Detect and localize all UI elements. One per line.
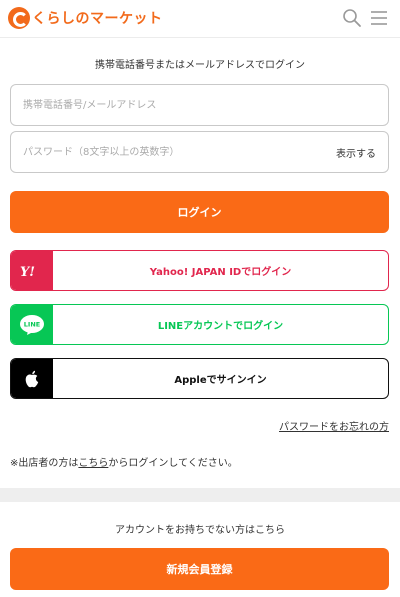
store-login-note: ※出店者の方はこちらからログインしてください。 [10,454,238,469]
password-input[interactable] [11,132,388,172]
apple-icon [25,370,39,387]
show-password-toggle[interactable]: 表示する [336,145,376,160]
signup-lead-text: アカウントをお持ちでない方はこちら [115,525,285,536]
store-login-link[interactable]: こちら [78,458,108,469]
search-icon[interactable] [342,8,362,28]
svg-text:LINE: LINE [24,320,40,328]
apple-signin-label: Appleでサインイン [174,375,267,386]
login-button[interactable]: ログイン [10,191,389,233]
section-divider [0,488,400,502]
login-lead-text: 携帯電話番号またはメールアドレスでログイン [95,60,305,71]
logo-text: くらしのマーケット [32,11,163,27]
line-login-button[interactable]: LINE LINEアカウントでログイン [10,304,389,345]
yahoo-badge: Y! [11,251,53,290]
line-icon: LINE [20,314,44,335]
logo-mark-icon [8,7,30,29]
password-field[interactable]: 表示する [10,131,389,173]
store-note-suffix: からログインしてください。 [108,458,238,469]
line-login-label: LINEアカウントでログイン [157,321,284,332]
yahoo-icon: Y! [20,265,35,278]
line-badge: LINE [11,305,53,344]
svg-text:Y!: Y! [20,265,35,278]
menu-icon[interactable] [369,8,389,28]
site-logo[interactable]: くらしのマーケット [8,6,163,30]
store-note-prefix: ※出店者の方は [10,458,79,469]
forgot-password-link[interactable]: パスワードをお忘れの方 [279,418,389,433]
yahoo-login-button[interactable]: Y! Yahoo! JAPAN IDでログイン [10,250,389,291]
yahoo-login-label: Yahoo! JAPAN IDでログイン [149,267,292,278]
login-panel: 携帯電話番号またはメールアドレスでログイン 表示する ログイン Y! Yahoo… [0,38,400,488]
app-header: くらしのマーケット [0,0,400,38]
apple-badge [11,359,53,398]
id-input[interactable] [11,85,388,125]
apple-signin-button[interactable]: Appleでサインイン [10,358,389,399]
register-button[interactable]: 新規会員登録 [10,548,389,590]
id-field[interactable] [10,84,389,126]
